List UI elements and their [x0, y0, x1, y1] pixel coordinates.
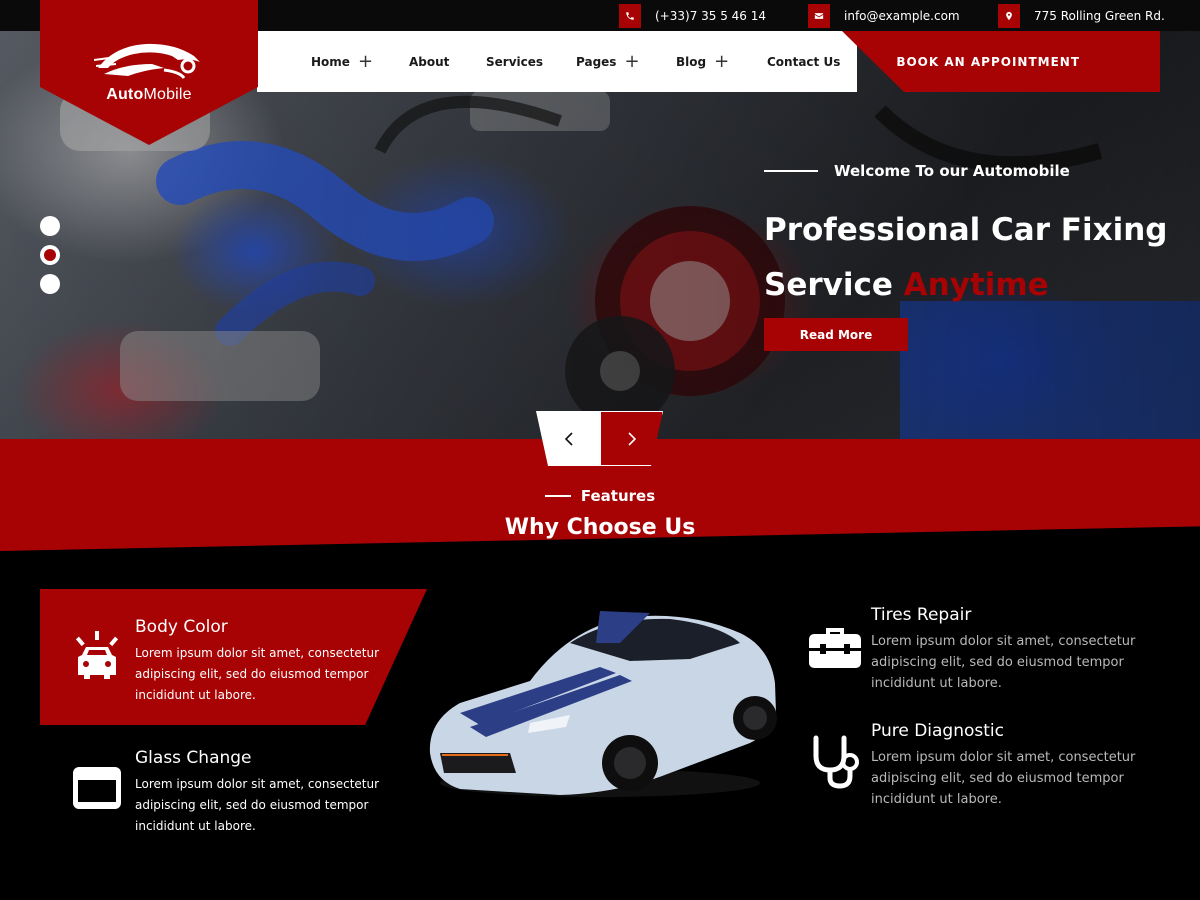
slider-dot-1[interactable] [40, 216, 60, 236]
hero-title: Professional Car Fixing Service Anytime [764, 203, 1184, 313]
windshield-icon [72, 766, 122, 810]
logo-text-regular: Mobile [143, 86, 192, 103]
nav-item-services[interactable]: Services [486, 31, 543, 92]
feature-description: Lorem ipsum dolor sit amet, consectetur … [135, 646, 380, 702]
nav-item-home[interactable]: Home + [311, 31, 373, 92]
chevron-right-icon [626, 432, 638, 446]
nav-label: Pages [576, 54, 617, 69]
nav-label: Home [311, 54, 350, 69]
car-alert-icon [72, 629, 122, 685]
main-navigation: Home + About Services Pages + Blog + Contac… [257, 31, 857, 92]
nav-item-pages[interactable]: Pages + [576, 31, 640, 92]
nav-item-contact[interactable]: Contact Us [767, 31, 840, 92]
feature-title: Tires Repair [871, 605, 972, 625]
features-label-line [544, 495, 571, 497]
feature-glass-change[interactable]: Glass Change Lorem ipsum dolor sit amet,… [40, 740, 420, 850]
phone-contact[interactable]: (+33)7 35 5 46 14 [619, 0, 766, 31]
address-contact[interactable]: 775 Rolling Green Rd. [998, 0, 1165, 31]
phone-icon [619, 3, 641, 28]
features-title: Why Choose Us [504, 515, 696, 540]
slider-dot-2[interactable] [40, 245, 60, 265]
slider-dot-3[interactable] [40, 274, 60, 294]
nav-label: Blog [676, 54, 707, 69]
toolbox-icon [808, 622, 862, 670]
stethoscope-icon [808, 734, 862, 790]
logo-text-bold: Auto [106, 86, 144, 103]
feature-title: Pure Diagnostic [871, 721, 1004, 741]
phone-text: (+33)7 35 5 46 14 [655, 8, 767, 23]
hero-subtitle-text: Welcome To our Automobile [834, 162, 1070, 180]
plus-icon: + [714, 50, 730, 72]
nav-label: Contact Us [767, 54, 841, 69]
address-text: 775 Rolling Green Rd. [1034, 8, 1165, 23]
chevron-left-icon [564, 431, 573, 446]
map-pin-icon [998, 3, 1020, 28]
feature-description: Lorem ipsum dolor sit amet, consectetur … [871, 634, 1136, 691]
nav-label: About [409, 54, 450, 69]
plus-icon: + [624, 50, 640, 72]
nav-item-blog[interactable]: Blog + [676, 31, 729, 92]
logo-text: AutoMobile [40, 86, 258, 104]
feature-description: Lorem ipsum dolor sit amet, consectetur … [871, 750, 1136, 807]
read-more-button[interactable]: Read More [764, 318, 908, 351]
features-label: Features [0, 487, 1200, 505]
nav-label: Services [486, 54, 544, 69]
hero-subtitle: Welcome To our Automobile [764, 162, 1070, 180]
car-logo-icon [94, 43, 200, 79]
feature-tires-repair[interactable]: Tires Repair Lorem ipsum dolor sit amet,… [806, 600, 1176, 700]
nav-item-about[interactable]: About [409, 31, 449, 92]
features-label-text: Features [580, 487, 656, 505]
hero-title-line1: Professional Car Fixing [764, 212, 1168, 248]
hero-title-line2: Service [764, 267, 893, 303]
feature-pure-diagnostic[interactable]: Pure Diagnostic Lorem ipsum dolor sit am… [806, 716, 1176, 816]
feature-body-color[interactable]: Body Color Lorem ipsum dolor sit amet, c… [40, 589, 427, 725]
feature-title: Body Color [135, 617, 228, 637]
envelope-icon [808, 3, 830, 28]
feature-description: Lorem ipsum dolor sit amet, consectetur … [135, 777, 380, 833]
feature-title: Glass Change [135, 748, 252, 768]
sports-car-image [429, 611, 777, 797]
email-contact[interactable]: info@example.com [808, 0, 960, 31]
book-appointment-label: BOOK AN APPOINTMENT [896, 54, 1080, 69]
plus-icon: + [357, 50, 374, 72]
subtitle-line [764, 170, 818, 172]
hero-title-accent: Anytime [903, 267, 1049, 303]
email-text: info@example.com [844, 8, 960, 23]
